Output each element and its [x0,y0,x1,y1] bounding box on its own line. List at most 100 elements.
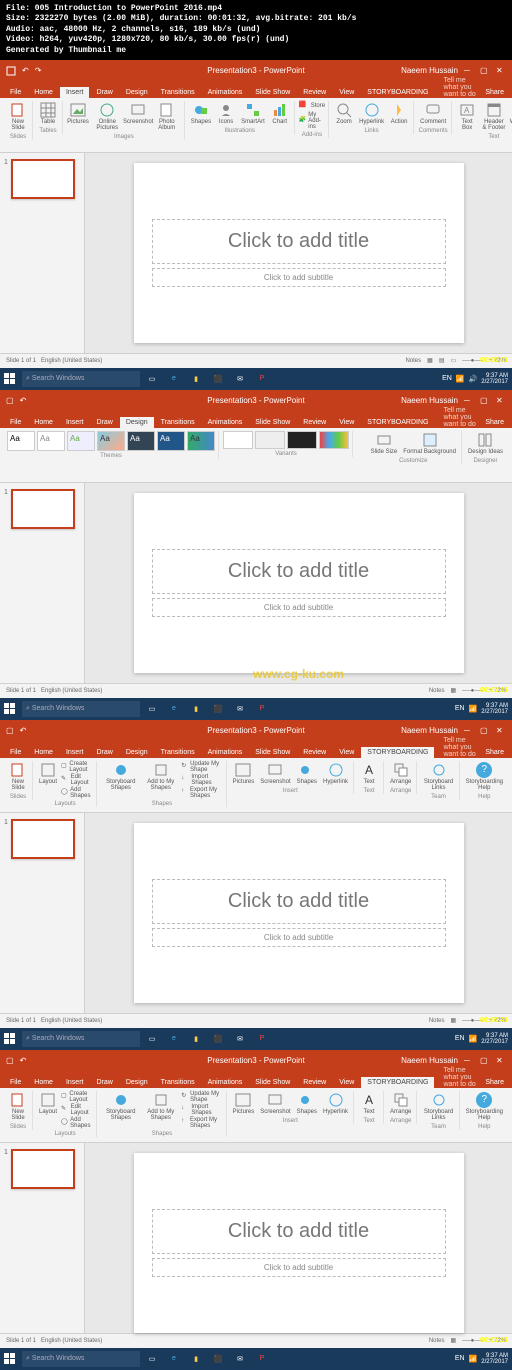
header-footer-button[interactable]: Header & Footer [480,101,508,132]
subtitle-placeholder[interactable]: Click to add subtitle [152,268,446,287]
tab-draw[interactable]: Draw [90,87,118,98]
maximize-icon[interactable]: ▢ [480,396,490,406]
comment-button[interactable]: Comment [418,101,448,126]
tab-file[interactable]: File [4,417,27,428]
tab-storyboarding[interactable]: STORYBOARDING [361,1077,434,1088]
save-icon[interactable] [6,66,16,76]
sb-text-button[interactable]: AText [358,761,380,786]
store-button[interactable]: 🟥Store [299,101,325,111]
zoom-button[interactable]: Zoom [333,101,355,126]
layout-button[interactable]: Layout [37,1091,59,1116]
tell-me[interactable]: Tell me what you want to do [435,77,476,98]
undo-icon[interactable]: ↶ [20,396,27,405]
redo-icon[interactable]: ↷ [35,66,42,76]
slide-canvas[interactable]: Click to add title Click to add subtitle [85,813,512,1013]
sb-links-button[interactable]: Storyboard Links [421,761,455,792]
subtitle-placeholder[interactable]: Click to add subtitle [152,1258,446,1277]
tab-slideshow[interactable]: Slide Show [249,87,296,98]
theme-swatch[interactable]: Aa [157,431,185,451]
notes-button[interactable]: Notes [405,358,421,364]
create-layout-button[interactable]: ▢Create Layout [61,761,93,773]
tab-transitions[interactable]: Transitions [155,417,201,428]
save-icon[interactable]: ▢ [6,396,14,405]
edit-layout-button[interactable]: ✎Edit Layout [61,774,93,786]
start-button[interactable] [0,699,20,719]
thumbnail-panel[interactable]: 1 [0,813,85,1013]
addins-button[interactable]: 🧩My Add-ins [299,112,325,130]
title-placeholder[interactable]: Click to add title [152,219,446,264]
wifi-icon[interactable]: 📶 [456,375,465,383]
tab-storyboarding[interactable]: STORYBOARDING [361,87,434,98]
sb-hyperlink-button[interactable]: Hyperlink [321,761,350,786]
tab-insert[interactable]: Insert [60,417,90,428]
subtitle-placeholder[interactable]: Click to add subtitle [152,928,446,947]
theme-swatch[interactable]: Aa [7,431,35,451]
slide-size-button[interactable]: Slide Size [369,431,400,456]
view-reading-icon[interactable]: ▭ [451,357,457,364]
share-button[interactable]: Share [477,87,512,98]
sb-pictures-button[interactable]: Pictures [231,761,257,786]
theme-swatch[interactable]: Aa [67,431,95,451]
store-app-icon[interactable]: ⬛ [208,369,228,389]
photo-album-button[interactable]: Photo Album [153,101,181,132]
slide-canvas[interactable]: Click to add title Click to add subtitle [85,153,512,353]
taskview-icon[interactable]: ▭ [142,369,162,389]
start-button[interactable] [0,1349,20,1369]
slide-thumbnail[interactable] [11,1149,75,1189]
thumbnail-panel[interactable]: 1 [0,153,85,353]
theme-swatch[interactable]: Aa [97,431,125,451]
slide[interactable]: Click to add title Click to add subtitle [134,823,464,1003]
mail-icon[interactable]: ✉ [230,369,250,389]
add-shapes-button[interactable]: ◯Add Shapes [61,787,93,799]
import-shapes-button[interactable]: ↓Import Shapes [181,774,222,786]
tab-home[interactable]: Home [28,87,59,98]
variant-swatch[interactable] [319,431,349,449]
shapes-button[interactable]: Shapes [189,101,213,126]
action-button[interactable]: Action [388,101,410,126]
view-sorter-icon[interactable]: ▤ [439,357,445,364]
explorer-icon[interactable]: ▮ [186,369,206,389]
chart-button[interactable]: Chart [269,101,291,126]
tab-review[interactable]: Review [297,87,332,98]
slide-thumbnail[interactable] [11,489,75,529]
search-box[interactable]: ⌕ Search Windows [22,1351,140,1367]
tab-view[interactable]: View [333,417,360,428]
start-button[interactable] [0,369,20,389]
tab-home[interactable]: Home [28,417,59,428]
tab-animations[interactable]: Animations [202,87,249,98]
search-box[interactable]: ⌕ Search Windows [22,701,140,717]
thumbnail-panel[interactable]: 1 [0,1143,85,1333]
minimize-icon[interactable]: ─ [464,396,474,406]
variant-swatch[interactable] [287,431,317,449]
sb-shapes-button[interactable]: Storyboard Shapes [101,1091,140,1122]
pictures-button[interactable]: Pictures [67,101,89,126]
add-to-my-button[interactable]: Add to My Shapes [142,761,179,792]
sb-screenshot-button[interactable]: Screenshot [258,761,292,786]
close-icon[interactable]: ✕ [496,396,506,406]
smartart-button[interactable]: SmartArt [239,101,267,126]
subtitle-placeholder[interactable]: Click to add subtitle [152,598,446,617]
sb-shapes-button[interactable]: Storyboard Shapes [101,761,140,792]
sb-help-button[interactable]: ?Storyboarding Help [464,761,505,792]
tab-slideshow[interactable]: Slide Show [249,417,296,428]
layout-button[interactable]: Layout [37,761,59,786]
new-slide-button[interactable]: New Slide [7,1091,29,1122]
update-shape-button[interactable]: ↻Update My Shape [181,761,222,773]
hyperlink-button[interactable]: Hyperlink [357,101,386,126]
table-button[interactable]: Table [37,101,59,126]
new-slide-button[interactable]: New Slide [7,101,29,132]
tell-me[interactable]: Tell me what you want to do [435,407,476,428]
online-pictures-button[interactable]: Online Pictures [91,101,124,132]
icons-button[interactable]: Icons [215,101,237,126]
tab-draw[interactable]: Draw [90,417,118,428]
search-box[interactable]: ⌕ Search Windows [22,371,140,387]
slide-canvas[interactable]: Click to add title Click to add subtitle [85,1143,512,1333]
slide-thumbnail[interactable] [11,159,75,199]
tab-storyboarding[interactable]: STORYBOARDING [361,417,434,428]
slide[interactable]: Click to add title Click to add subtitle [134,1153,464,1333]
theme-swatch[interactable]: Aa [187,431,215,451]
theme-swatch[interactable]: Aa [127,431,155,451]
close-icon[interactable]: ✕ [496,66,506,76]
slide[interactable]: Click to add title Click to add subtitle [134,163,464,343]
title-placeholder[interactable]: Click to add title [152,549,446,594]
